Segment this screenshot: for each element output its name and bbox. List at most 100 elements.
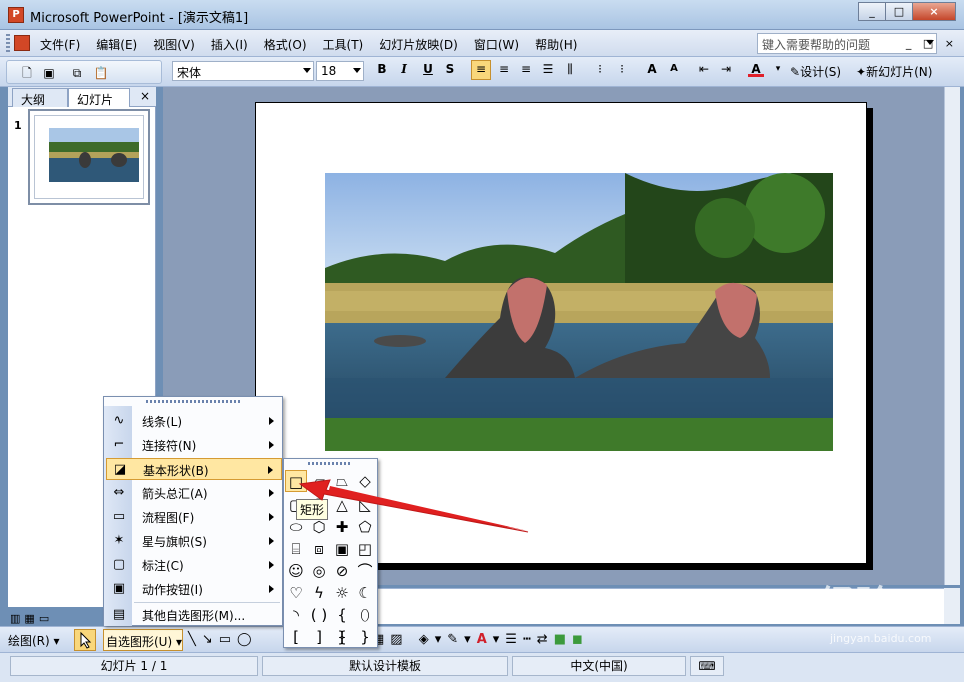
- select-objects-button[interactable]: [74, 629, 96, 651]
- chevron-down-icon[interactable]: ▾: [770, 61, 786, 77]
- shape-moon[interactable]: ☾: [354, 582, 376, 604]
- font-color-icon[interactable]: A: [748, 61, 764, 77]
- fill-color-icon[interactable]: ◈: [419, 632, 435, 647]
- menu-item-basic-shapes[interactable]: ◪ 基本形状(B): [106, 458, 282, 480]
- shape-double-brace[interactable]: { }: [331, 604, 353, 646]
- shape-rectangle[interactable]: □: [285, 470, 307, 492]
- powerpoint-icon[interactable]: P: [8, 7, 24, 23]
- decrease-indent-icon[interactable]: ⇤: [696, 61, 712, 77]
- save-icon[interactable]: ▣: [41, 65, 57, 81]
- shape-plaque[interactable]: ⬯: [354, 604, 376, 626]
- menu-item-connectors[interactable]: ⌐ 连接符(N): [106, 434, 282, 456]
- menu-item-more-autoshapes[interactable]: ▤ 其他自选图形(M)...: [106, 604, 282, 626]
- bold-button[interactable]: B: [374, 61, 390, 77]
- line-style-icon[interactable]: ☰: [505, 632, 523, 647]
- normal-view-icon[interactable]: ▥: [10, 612, 20, 625]
- slide-thumbnail[interactable]: [28, 109, 150, 205]
- shape-donut[interactable]: ◎: [308, 560, 330, 582]
- shape-no-symbol[interactable]: ⊘: [331, 560, 353, 582]
- shape-right-brace[interactable]: }: [354, 626, 376, 648]
- 3d-style-icon[interactable]: ◼: [572, 632, 589, 647]
- design-button[interactable]: ✎设计(S): [790, 63, 841, 80]
- chevron-down-icon[interactable]: [303, 68, 311, 73]
- distribute-icon[interactable]: ⫼: [562, 61, 578, 77]
- menu-item-stars-banners[interactable]: ✶ 星与旗帜(S): [106, 530, 282, 552]
- shadow-style-icon[interactable]: ■: [554, 632, 572, 647]
- menu-format[interactable]: 格式(O): [264, 36, 307, 53]
- decrease-font-icon[interactable]: A: [666, 61, 682, 77]
- shadow-button[interactable]: S: [442, 61, 458, 77]
- align-right-icon[interactable]: ≡: [518, 61, 534, 77]
- spelling-icon[interactable]: ⌨: [690, 656, 724, 676]
- autoshapes-button[interactable]: 自选图形(U) ▾: [103, 629, 183, 651]
- shape-left-bracket[interactable]: [: [285, 626, 307, 648]
- menu-edit[interactable]: 编辑(E): [96, 36, 137, 53]
- new-slide-button[interactable]: ✦新幻灯片(N): [856, 63, 932, 80]
- toolbar-grip[interactable]: [6, 34, 10, 53]
- draw-menu-button[interactable]: 绘图(R) ▾: [8, 632, 60, 649]
- justify-icon[interactable]: ☰: [540, 61, 556, 77]
- shape-cube[interactable]: ⧈: [308, 538, 330, 560]
- menu-slideshow[interactable]: 幻灯片放映(D): [379, 36, 458, 53]
- align-left-icon[interactable]: ≡: [471, 60, 491, 80]
- menu-help[interactable]: 帮助(H): [535, 36, 577, 53]
- italic-button[interactable]: I: [396, 61, 412, 77]
- image-icon[interactable]: ▨: [390, 632, 408, 647]
- line-color-icon[interactable]: ✎: [447, 632, 464, 647]
- font-size-select[interactable]: 18: [316, 61, 364, 81]
- close-icon[interactable]: ×: [140, 89, 150, 103]
- shape-can[interactable]: ⌸: [285, 538, 307, 560]
- paste-icon[interactable]: 📋: [93, 65, 109, 81]
- shape-arc[interactable]: ◝: [285, 604, 307, 626]
- increase-indent-icon[interactable]: ⇥: [718, 61, 734, 77]
- slideshow-view-icon[interactable]: ▭: [39, 612, 49, 625]
- menu-window[interactable]: 窗口(W): [474, 36, 519, 53]
- shape-pentagon[interactable]: ⬠: [354, 516, 376, 538]
- copy-icon[interactable]: ⧉: [69, 65, 85, 81]
- menu-view[interactable]: 视图(V): [153, 36, 195, 53]
- shape-sun[interactable]: ☼: [331, 582, 353, 604]
- hippo-photo[interactable]: [325, 173, 833, 451]
- shape-parallelogram[interactable]: ▱: [308, 470, 330, 492]
- arrow-icon[interactable]: ↘: [202, 632, 219, 647]
- shape-folded-corner[interactable]: ◰: [354, 538, 376, 560]
- shape-double-bracket[interactable]: ( ): [308, 604, 330, 626]
- maximize-button[interactable]: □: [885, 2, 913, 21]
- shape-trapezoid[interactable]: ⏢: [331, 470, 353, 492]
- shape-right-bracket[interactable]: ]: [308, 626, 330, 648]
- line-icon[interactable]: ╲: [188, 632, 202, 647]
- shape-heart[interactable]: ♡: [285, 582, 307, 604]
- chevron-down-icon[interactable]: [353, 68, 361, 73]
- shape-bevel[interactable]: ▣: [331, 538, 353, 560]
- arrow-style-icon[interactable]: ⇄: [537, 632, 554, 647]
- panel-grip[interactable]: [308, 462, 352, 465]
- menu-tools[interactable]: 工具(T): [323, 36, 364, 53]
- menu-insert[interactable]: 插入(I): [211, 36, 248, 53]
- numbering-icon[interactable]: ⁝: [592, 61, 608, 77]
- minimize-button[interactable]: _: [858, 2, 886, 21]
- shape-right-triangle[interactable]: ◺: [354, 494, 376, 516]
- underline-button[interactable]: U: [420, 61, 436, 77]
- increase-font-icon[interactable]: A: [644, 61, 660, 77]
- menu-item-lines[interactable]: ∿ 线条(L): [106, 410, 282, 432]
- menu-item-flowchart[interactable]: ▭ 流程图(F): [106, 506, 282, 528]
- tab-slides[interactable]: 幻灯片: [68, 88, 130, 107]
- shape-block-arc[interactable]: ⌒: [354, 560, 376, 582]
- menu-item-action-buttons[interactable]: ▣ 动作按钮(I): [106, 578, 282, 600]
- bullets-icon[interactable]: ⁝: [614, 61, 630, 77]
- rectangle-icon[interactable]: ▭: [219, 632, 237, 647]
- font-color-icon[interactable]: A: [477, 632, 493, 647]
- shape-smiley[interactable]: ☺: [285, 560, 307, 582]
- document-icon[interactable]: [14, 35, 30, 51]
- vertical-scrollbar[interactable]: [944, 87, 960, 585]
- menu-item-callouts[interactable]: ▢ 标注(C): [106, 554, 282, 576]
- menu-item-block-arrows[interactable]: ⇔ 箭头总汇(A): [106, 482, 282, 504]
- slide-sorter-icon[interactable]: ▦: [24, 612, 34, 625]
- align-center-icon[interactable]: ≡: [496, 61, 512, 77]
- menu-file[interactable]: 文件(F): [40, 36, 80, 53]
- oval-icon[interactable]: ◯: [237, 632, 258, 647]
- shape-lightning[interactable]: ϟ: [308, 582, 330, 604]
- new-document-icon[interactable]: 🗋: [19, 65, 35, 81]
- shape-triangle[interactable]: △: [331, 494, 353, 516]
- shape-diamond[interactable]: ◇: [354, 470, 376, 492]
